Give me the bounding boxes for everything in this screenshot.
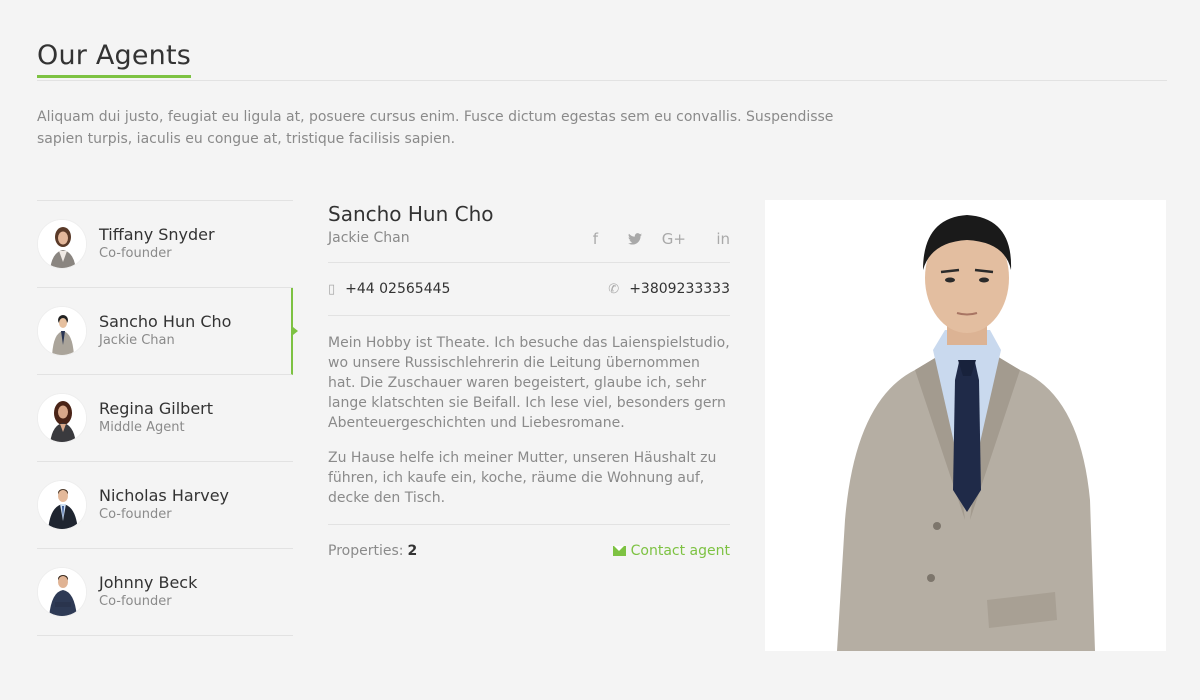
properties-count: 2 [407,543,418,559]
agent-item-johnny-beck[interactable]: Johnny Beck Co-founder [37,549,293,636]
contact-agent-label: Contact agent [630,543,730,559]
bio-paragraph: Zu Hause helfe ich meiner Mutter, unsere… [328,450,717,506]
section-header: Our Agents [37,40,1167,81]
agent-item-sancho-hun-cho[interactable]: Sancho Hun Cho Jackie Chan [37,288,298,375]
avatar [37,480,87,530]
agent-name: Sancho Hun Cho [99,312,232,331]
agent-role: Co-founder [99,246,172,261]
mobile-icon: ▯ [328,281,336,297]
page-title: Our Agents [37,40,192,78]
agent-item-regina-gilbert[interactable]: Regina Gilbert Middle Agent [37,375,293,462]
agent-photo [765,200,1166,651]
envelope-icon [612,546,626,556]
contact-agent-link[interactable]: Contact agent [612,543,730,559]
phone-icon: ✆ [608,281,620,297]
agent-detail-name: Sancho Hun Cho [328,202,494,226]
agent-item-nicholas-harvey[interactable]: Nicholas Harvey Co-founder [37,462,293,549]
agent-role: Co-founder [99,594,172,609]
avatar [37,567,87,617]
google-plus-icon[interactable]: G+ [642,230,686,248]
agent-role: Middle Agent [99,420,185,435]
contact-row: ▯ +44 02565445 ✆ +3809233333 [328,263,730,315]
agent-name: Tiffany Snyder [99,225,215,244]
social-links: f G+ in [554,230,730,248]
intro-text: Aliquam dui justo, feugiat eu ligula at,… [37,109,834,147]
agent-role: Jackie Chan [99,333,175,348]
agent-name: Regina Gilbert [99,399,214,418]
linkedin-icon[interactable]: in [686,230,730,248]
phone-number[interactable]: +3809233333 [629,281,730,297]
agent-details: Sancho Hun Cho Jackie Chan f G+ in ▯ +44… [328,200,730,577]
avatar [37,219,87,269]
facebook-icon[interactable]: f [554,230,598,248]
agent-list: Tiffany Snyder Co-founder Sancho Hun Cho… [37,200,298,636]
avatar [37,393,87,443]
agent-name: Nicholas Harvey [99,486,230,505]
agent-role: Co-founder [99,507,172,522]
agent-footer: Properties: 2 Contact agent [328,525,730,577]
agent-bio: Mein Hobby ist Theate. Ich besuche das L… [328,316,730,524]
agent-item-tiffany-snyder[interactable]: Tiffany Snyder Co-founder [37,201,293,288]
agent-name: Johnny Beck [99,573,198,592]
avatar [37,306,87,356]
properties-label: Properties: [328,543,404,559]
twitter-icon[interactable] [598,230,642,248]
mobile-number[interactable]: +44 02565445 [345,281,450,297]
title-divider [37,80,1167,81]
bio-paragraph: Mein Hobby ist Theate. Ich besuche das L… [328,335,730,431]
